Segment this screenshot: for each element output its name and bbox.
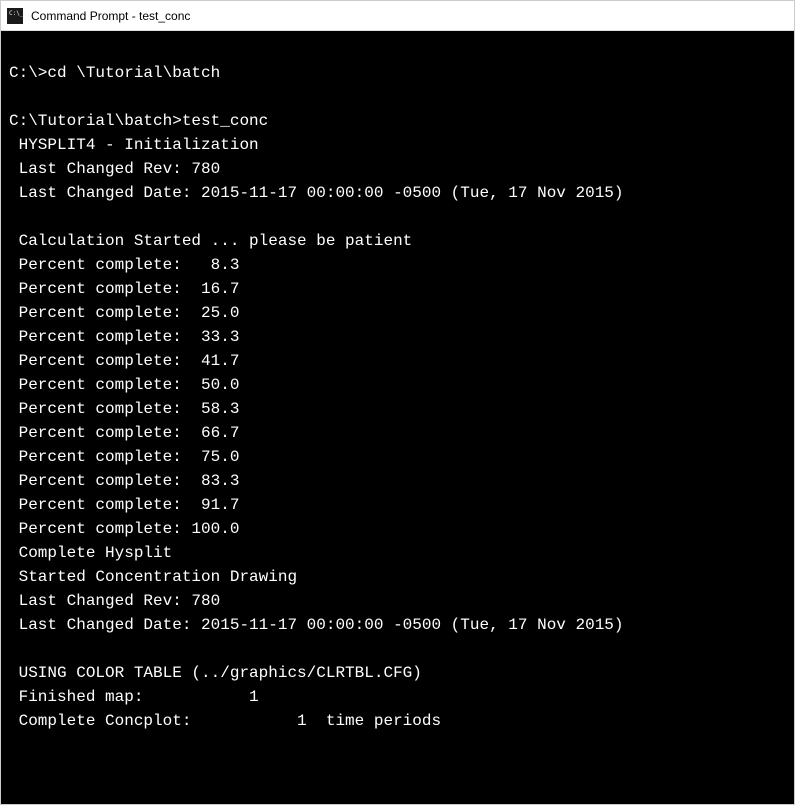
- terminal-line: Percent complete: 50.0: [9, 373, 792, 397]
- terminal-line: Last Changed Rev: 780: [9, 589, 792, 613]
- terminal-line: Percent complete: 25.0: [9, 301, 792, 325]
- terminal-line: Percent complete: 8.3: [9, 253, 792, 277]
- titlebar[interactable]: Command Prompt - test_conc: [1, 1, 794, 31]
- terminal-line: Percent complete: 16.7: [9, 277, 792, 301]
- terminal-line: Complete Concplot: 1 time periods: [9, 709, 792, 733]
- terminal-line: [9, 37, 792, 61]
- terminal-line: HYSPLIT4 - Initialization: [9, 133, 792, 157]
- terminal-line: Finished map: 1: [9, 685, 792, 709]
- terminal-line: Percent complete: 58.3: [9, 397, 792, 421]
- terminal-line: C:\Tutorial\batch>test_conc: [9, 109, 792, 133]
- terminal-line: Percent complete: 91.7: [9, 493, 792, 517]
- terminal-line: Complete Hysplit: [9, 541, 792, 565]
- command-prompt-icon: [7, 8, 23, 24]
- terminal-line: Percent complete: 41.7: [9, 349, 792, 373]
- terminal-output[interactable]: C:\>cd \Tutorial\batch C:\Tutorial\batch…: [1, 31, 794, 804]
- terminal-line: Percent complete: 66.7: [9, 421, 792, 445]
- terminal-line: Started Concentration Drawing: [9, 565, 792, 589]
- terminal-line: Last Changed Rev: 780: [9, 157, 792, 181]
- terminal-line: [9, 85, 792, 109]
- terminal-line: Percent complete: 75.0: [9, 445, 792, 469]
- terminal-line: USING COLOR TABLE (../graphics/CLRTBL.CF…: [9, 661, 792, 685]
- terminal-line: [9, 637, 792, 661]
- terminal-line: Percent complete: 100.0: [9, 517, 792, 541]
- terminal-line: C:\>cd \Tutorial\batch: [9, 61, 792, 85]
- terminal-line: Percent complete: 33.3: [9, 325, 792, 349]
- command-prompt-window: Command Prompt - test_conc C:\>cd \Tutor…: [0, 0, 795, 805]
- terminal-line: Calculation Started ... please be patien…: [9, 229, 792, 253]
- window-title: Command Prompt - test_conc: [31, 9, 190, 23]
- terminal-line: Last Changed Date: 2015-11-17 00:00:00 -…: [9, 613, 792, 637]
- terminal-line: Percent complete: 83.3: [9, 469, 792, 493]
- terminal-line: Last Changed Date: 2015-11-17 00:00:00 -…: [9, 181, 792, 205]
- terminal-line: [9, 205, 792, 229]
